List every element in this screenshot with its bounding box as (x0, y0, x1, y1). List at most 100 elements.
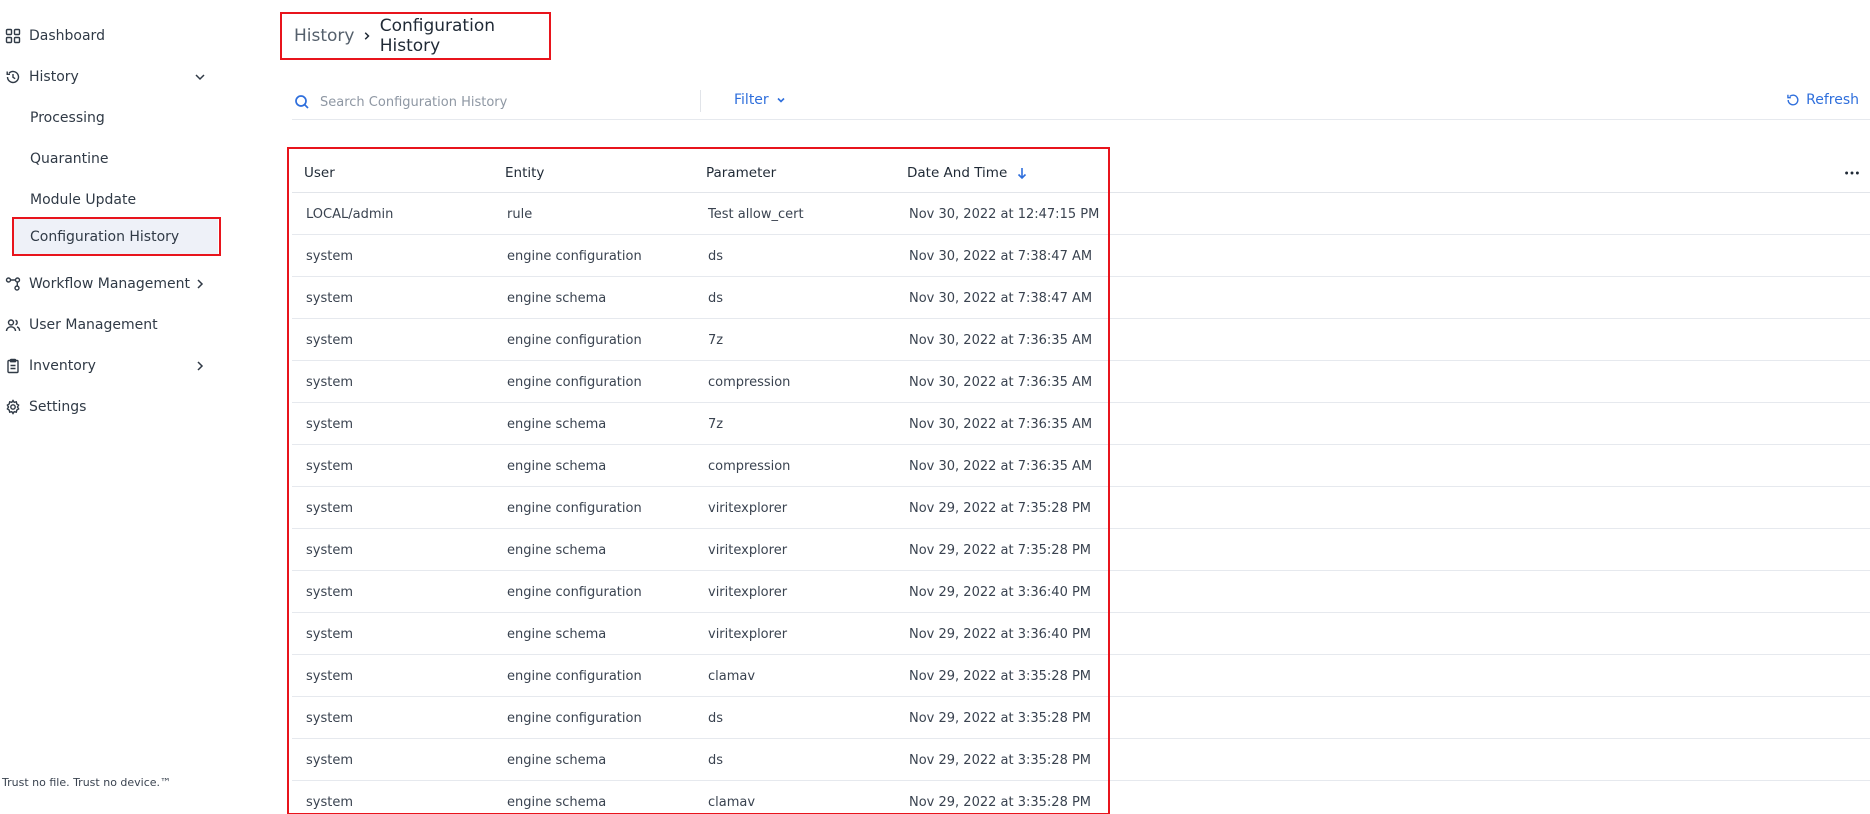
history-icon (3, 67, 23, 87)
sidebar-item-label: Inventory (29, 358, 96, 374)
grid-icon (3, 26, 23, 46)
cell-parameter: viritexplorer (708, 626, 788, 642)
table-row[interactable]: system engine schema clamav Nov 29, 2022 at… (292, 781, 1870, 814)
sidebar-item-dashboard[interactable]: Dashboard (0, 18, 220, 54)
cell-user: system (306, 374, 353, 390)
table-row[interactable]: system engine configuration ds Nov 30, 2022… (292, 235, 1870, 277)
search-input[interactable] (320, 94, 680, 110)
sidebar-item-label: Module Update (30, 192, 137, 208)
sidebar-item-settings[interactable]: Settings (0, 389, 220, 425)
table-row[interactable]: system engine configuration ds Nov 29, 2022… (292, 697, 1870, 739)
cell-user: system (306, 542, 353, 558)
table-row[interactable]: system engine schema 7z Nov 30, 2022 at 7:3… (292, 403, 1870, 445)
table-row[interactable]: system engine configuration clamav Nov 29, … (292, 655, 1870, 697)
sidebar-item-workflow-management[interactable]: Workflow Management (0, 266, 220, 302)
sidebar-item-inventory[interactable]: Inventory (0, 348, 220, 384)
cell-entity: engine schema (507, 626, 607, 642)
filter-button[interactable]: Filter (734, 92, 787, 108)
sidebar-item-label: Configuration History (30, 229, 180, 245)
cell-entity: engine configuration (507, 500, 642, 516)
refresh-button[interactable]: Refresh (1786, 92, 1859, 108)
cell-entity: engine schema (507, 794, 607, 810)
cell-entity: engine schema (507, 290, 607, 306)
cell-entity: engine configuration (507, 584, 642, 600)
page-title: Configuration History (379, 16, 495, 56)
sidebar-subitem-configuration-history[interactable]: Configuration History (14, 219, 218, 255)
clipboard-icon (3, 356, 23, 376)
workflow-icon (3, 274, 23, 294)
cell-date-time: Nov 29, 2022 at 3:35:28 PM (909, 794, 1092, 810)
cell-parameter: Test allow_cert (708, 206, 804, 222)
filter-label: Filter (734, 92, 769, 108)
column-header-entity[interactable]: Entity (505, 153, 544, 193)
table-row[interactable]: system engine schema compression Nov 30, 20… (292, 445, 1870, 487)
cell-parameter: viritexplorer (708, 500, 788, 516)
cell-entity: rule (507, 206, 533, 222)
cell-user: system (306, 710, 353, 726)
cell-date-time: Nov 29, 2022 at 7:35:28 PM (909, 500, 1092, 516)
sidebar-item-user-management[interactable]: User Management (0, 307, 220, 343)
table-row[interactable]: system engine schema viritexplorer Nov 29, … (292, 529, 1870, 571)
breadcrumb-parent[interactable]: History (294, 26, 354, 46)
cell-parameter: 7z (708, 332, 724, 348)
sidebar-subitem-module-update[interactable]: Module Update (0, 182, 220, 218)
column-label: Entity (505, 165, 545, 181)
cell-user: system (306, 458, 353, 474)
table-row[interactable]: system engine configuration viritexplorer N… (292, 487, 1870, 529)
sidebar-item-label: Dashboard (29, 28, 105, 44)
column-header-parameter[interactable]: Parameter (706, 153, 776, 193)
cell-parameter: compression (708, 458, 791, 474)
cell-parameter: clamav (708, 668, 756, 684)
sidebar-subitem-quarantine[interactable]: Quarantine (0, 141, 220, 177)
cell-entity: engine configuration (507, 710, 642, 726)
search-icon (295, 95, 309, 109)
table-row[interactable]: system engine configuration compression Nov… (292, 361, 1870, 403)
column-header-user[interactable]: User (304, 153, 335, 193)
column-header-date-and-time[interactable]: Date And Time (907, 153, 1029, 193)
table-row[interactable]: system engine schema ds Nov 30, 2022 at 7:3… (292, 277, 1870, 319)
cell-user: system (306, 248, 353, 264)
cell-parameter: ds (708, 290, 724, 306)
table-row[interactable]: system engine configuration 7z Nov 30, 2022… (292, 319, 1870, 361)
table-row[interactable]: LOCAL/admin rule Test allow_cert Nov 30, 20… (292, 193, 1870, 235)
cell-parameter: 7z (708, 416, 724, 432)
cell-entity: engine schema (507, 458, 607, 474)
chevron-right-icon (197, 361, 204, 371)
gear-icon (3, 397, 23, 417)
sort-descending-icon[interactable] (1015, 166, 1029, 180)
cell-user: system (306, 626, 353, 642)
cell-user: system (306, 290, 353, 306)
chevron-right-icon (197, 279, 204, 289)
more-options-icon[interactable] (1842, 163, 1862, 183)
cell-user: system (306, 752, 353, 768)
cell-user: system (306, 500, 353, 516)
toolbar: Filter Refresh (292, 84, 1870, 120)
sidebar: Dashboard History Processing Quarantine … (0, 0, 230, 814)
cell-date-time: Nov 29, 2022 at 3:35:28 PM (909, 668, 1092, 684)
breadcrumb: History Configuration History (280, 12, 551, 60)
cell-parameter: clamav (708, 794, 756, 810)
sidebar-item-label: Quarantine (30, 151, 109, 167)
cell-entity: engine configuration (507, 668, 642, 684)
cell-date-time: Nov 30, 2022 at 7:38:47 AM (909, 290, 1093, 306)
toolbar-divider (700, 90, 701, 112)
column-label: Parameter (706, 165, 777, 181)
cell-user: system (306, 416, 353, 432)
refresh-icon (1787, 94, 1799, 106)
cell-date-time: Nov 29, 2022 at 3:35:28 PM (909, 752, 1092, 768)
column-label: Date And Time (907, 165, 1008, 181)
sidebar-subitem-processing[interactable]: Processing (0, 100, 220, 136)
table-row[interactable]: system engine schema viritexplorer Nov 29, … (292, 613, 1870, 655)
table-row[interactable]: system engine configuration viritexplorer N… (292, 571, 1870, 613)
cell-entity: engine schema (507, 752, 607, 768)
table-row[interactable]: system engine schema ds Nov 29, 2022 at 3:3… (292, 739, 1870, 781)
cell-parameter: ds (708, 248, 724, 264)
chevron-down-icon (195, 74, 205, 81)
chevron-right-icon (365, 32, 371, 40)
sidebar-item-history[interactable]: History (0, 59, 220, 95)
footer-tagline: Trust no file. Trust no device.™ (2, 776, 172, 789)
sidebar-item-label: User Management (29, 317, 158, 333)
cell-entity: engine configuration (507, 248, 642, 264)
column-label: User (304, 165, 335, 181)
cell-date-time: Nov 29, 2022 at 3:36:40 PM (909, 584, 1092, 600)
